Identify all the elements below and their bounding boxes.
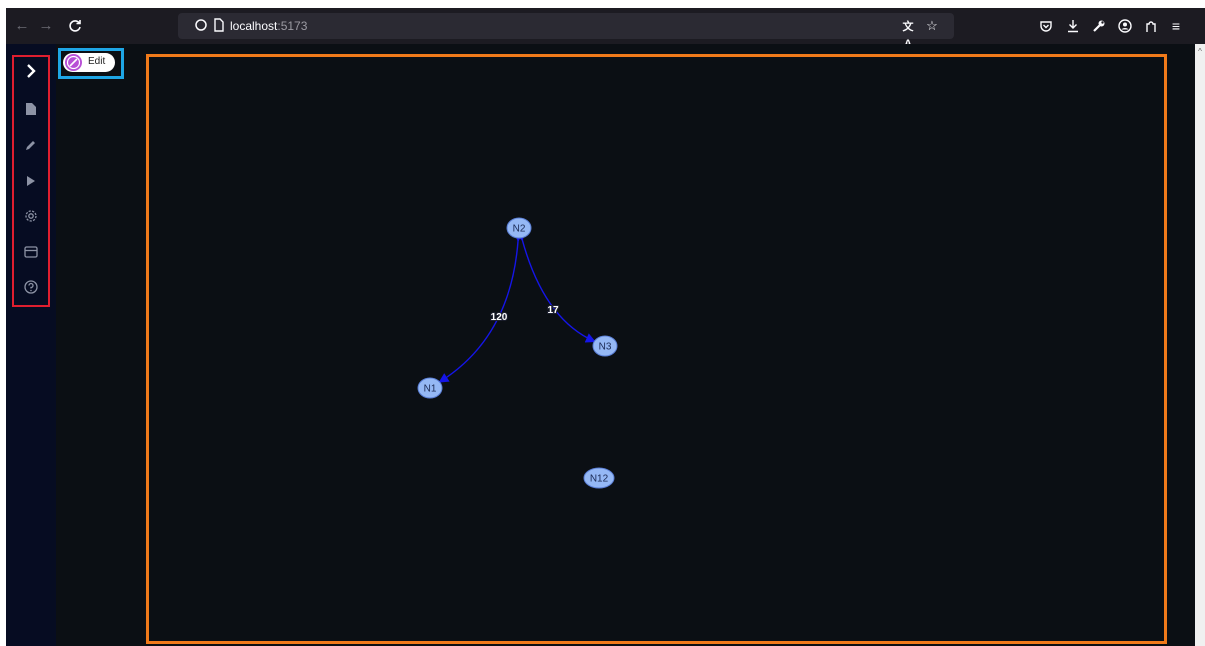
extensions-icon[interactable] <box>1141 16 1161 36</box>
play-icon <box>27 176 35 186</box>
graph-node-label: N2 <box>513 224 526 235</box>
back-button[interactable]: ← <box>12 16 32 36</box>
bookmark-star-icon[interactable]: ☆ <box>924 18 940 34</box>
sidebar-item-window[interactable] <box>19 240 43 264</box>
pencil-icon <box>26 141 35 150</box>
url-text[interactable]: localhost:5173 <box>230 19 307 33</box>
graph-node-n1[interactable]: N1 <box>417 377 443 399</box>
graph-node-label: N1 <box>424 384 437 395</box>
pencil-slash-icon <box>66 55 81 70</box>
sidebar-item-edit[interactable] <box>19 133 43 157</box>
translate-icon[interactable]: 文A <box>900 18 916 50</box>
shield-icon[interactable] <box>193 18 209 34</box>
reload-icon <box>69 20 81 32</box>
graph-edge-label: 120 <box>491 312 508 323</box>
sidebar-item-run[interactable] <box>19 169 43 193</box>
graph-canvas[interactable]: 120 17 N2 N3 N1 N12 <box>146 54 1167 644</box>
graph-node-label: N12 <box>590 474 609 485</box>
url-bar[interactable]: localhost:5173 文A ☆ <box>178 13 954 50</box>
chevron-right-icon <box>27 64 36 78</box>
forward-button[interactable]: → <box>36 16 56 36</box>
sidebar-item-help[interactable] <box>19 275 43 299</box>
wrench-icon[interactable] <box>1089 16 1109 36</box>
sidebar-item-settings[interactable] <box>19 204 43 228</box>
account-icon[interactable] <box>1115 16 1135 36</box>
app-page: Edit 120 17 N2 N3 N1 N12 <box>6 44 1195 646</box>
window-icon <box>24 246 38 258</box>
scroll-up-icon[interactable]: ^ <box>1196 48 1204 56</box>
graph-svg[interactable]: 120 17 N2 N3 N1 N12 <box>149 57 1164 641</box>
graph-edge-n2-n3[interactable] <box>515 230 596 343</box>
browser-toolbar: ← → localhost:5173 文A ☆ <box>6 8 1205 50</box>
edit-toggle-label: Edit <box>88 56 106 67</box>
sidebar-item-file[interactable] <box>19 97 43 121</box>
pocket-icon[interactable] <box>1036 16 1056 36</box>
page-scrollbar[interactable]: ^ <box>1195 44 1205 646</box>
edit-toggle-knob[interactable] <box>65 54 82 71</box>
download-icon[interactable] <box>1063 16 1083 36</box>
sidebar <box>6 44 56 646</box>
graph-node-n3[interactable]: N3 <box>592 335 618 357</box>
graph-edge-n2-n1[interactable] <box>438 231 524 383</box>
menu-icon[interactable]: ≡ <box>1166 16 1186 36</box>
file-icon <box>26 103 36 115</box>
help-icon <box>24 280 38 294</box>
browser-window: ← → localhost:5173 文A ☆ <box>6 8 1205 646</box>
gear-icon <box>25 210 37 222</box>
url-host: localhost <box>230 19 278 33</box>
page-icon[interactable] <box>211 18 227 34</box>
reload-button[interactable] <box>65 16 85 36</box>
graph-edge-label: 17 <box>547 305 559 316</box>
graph-node-label: N3 <box>599 342 612 353</box>
edit-mode-toggle[interactable]: Edit <box>63 53 115 72</box>
graph-node-n2[interactable]: N2 <box>506 217 532 239</box>
url-port: :5173 <box>277 19 308 33</box>
graph-node-n12[interactable]: N12 <box>583 467 615 489</box>
sidebar-expand-button[interactable] <box>19 59 43 83</box>
